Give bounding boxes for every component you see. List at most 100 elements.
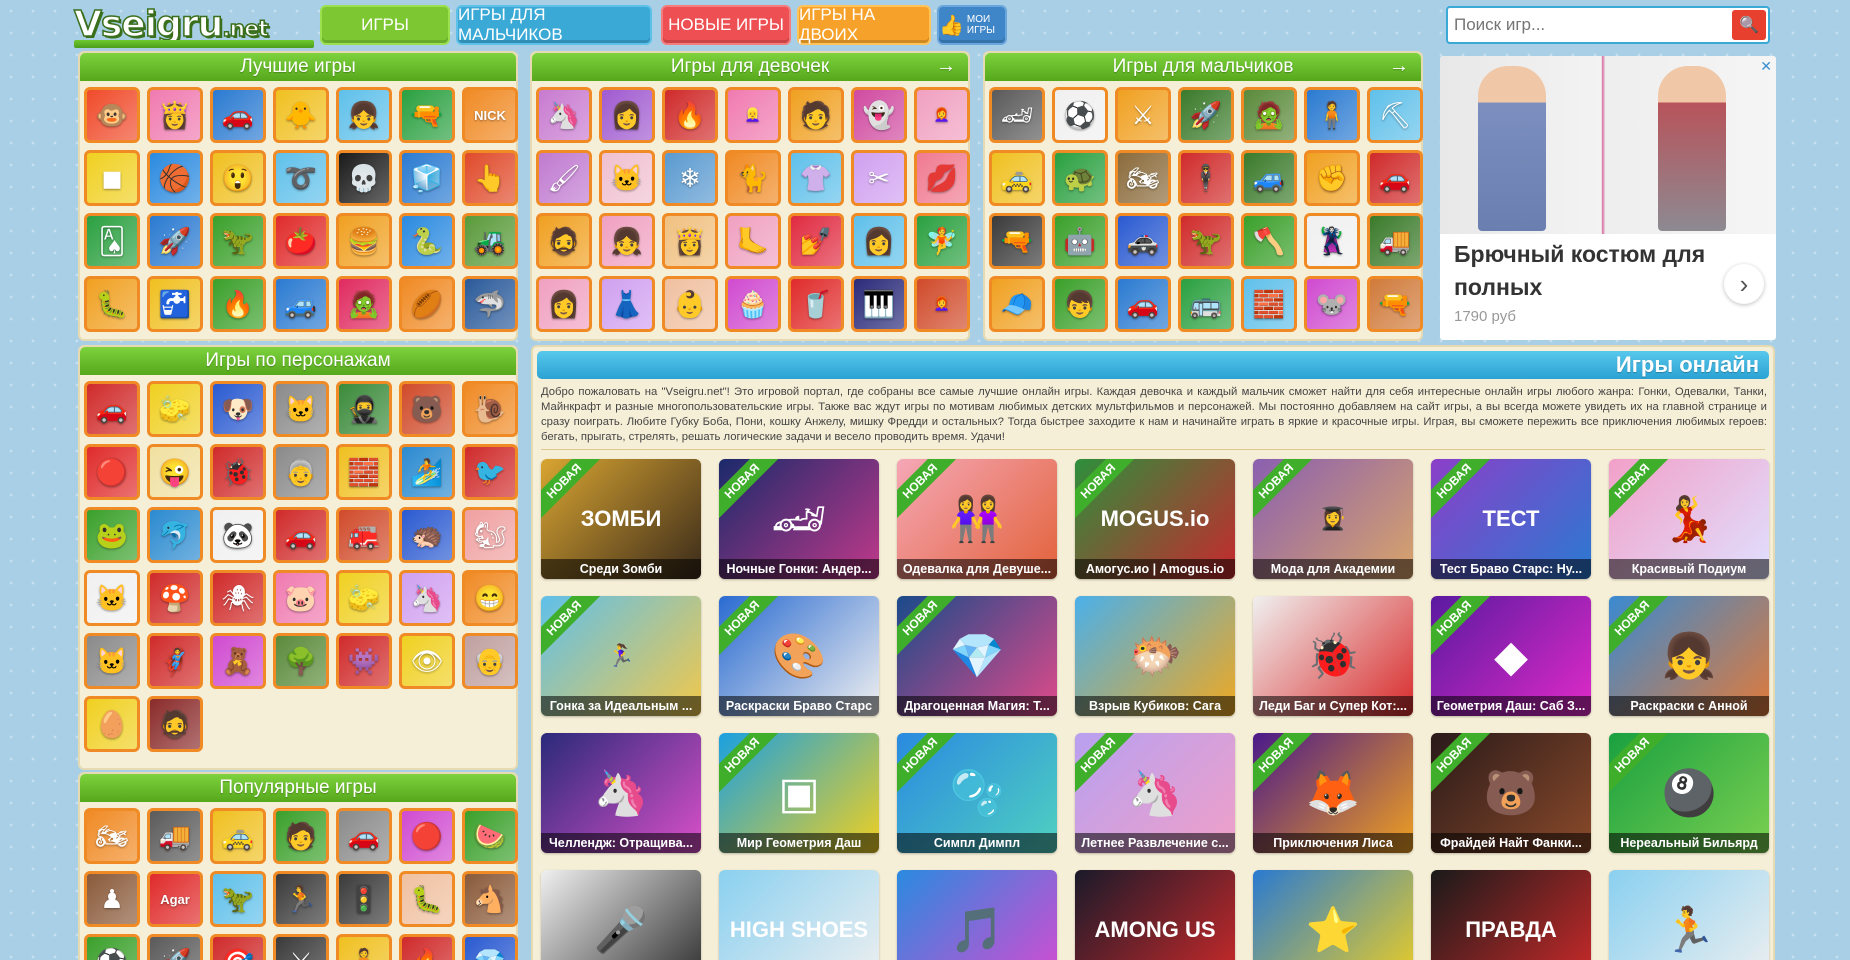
game-card[interactable]: 💃 Новая Красивый Подиум [1609, 459, 1769, 579]
game-tile[interactable]: 🐭 [1304, 276, 1360, 332]
game-tile[interactable]: 🚦 [336, 871, 392, 927]
game-tile[interactable]: 🧢 [989, 276, 1045, 332]
game-tile[interactable]: 🧟 [1241, 87, 1297, 143]
game-card[interactable]: 🎤 [541, 870, 701, 960]
game-tile[interactable]: 👾 [336, 633, 392, 689]
game-tile[interactable]: 👆 [462, 150, 518, 206]
game-card[interactable]: ТЕСТ Новая Тест Браво Старс: Ну... [1431, 459, 1591, 579]
game-tile[interactable]: 💀 [336, 150, 392, 206]
game-tile[interactable]: 🐴 [462, 871, 518, 927]
game-card[interactable]: 🦊 Новая Приключения Лиса [1253, 733, 1413, 853]
game-tile[interactable]: 😲 [210, 150, 266, 206]
game-tile[interactable]: 🧔 [536, 213, 592, 269]
game-card[interactable]: ПРАВДА [1431, 870, 1591, 960]
game-card[interactable]: 🐻 Новая Фрайдей Найт Фанки... [1431, 733, 1591, 853]
game-tile[interactable]: 🥚 [84, 696, 140, 752]
nav-games-button[interactable]: Игры [320, 5, 450, 45]
game-tile[interactable]: 👩 [599, 87, 655, 143]
game-card[interactable]: 🎱 Новая Нереальный Бильярд [1609, 733, 1769, 853]
game-tile[interactable]: 🚌 [1178, 276, 1234, 332]
game-card[interactable]: 🫧 Новая Симпл Димпл [897, 733, 1057, 853]
nav-two-player-button[interactable]: Игры на двоих [797, 5, 931, 45]
game-tile[interactable]: 🧟 [336, 276, 392, 332]
game-card[interactable]: HIGH SHOES [719, 870, 879, 960]
game-card[interactable]: 🦄 Челлендж: Отращива... [541, 733, 701, 853]
game-tile[interactable]: 🚒 [336, 507, 392, 563]
game-tile[interactable]: 👚 [788, 150, 844, 206]
game-tile[interactable]: 💋 [914, 150, 970, 206]
game-tile[interactable]: 🦸 [147, 633, 203, 689]
game-tile[interactable]: 🚜 [462, 213, 518, 269]
game-tile[interactable]: 🚀 [1178, 87, 1234, 143]
game-tile[interactable]: 🚀 [147, 934, 203, 960]
game-tile[interactable]: 🚚 [147, 808, 203, 864]
game-tile[interactable]: 🎹 [851, 276, 907, 332]
game-card[interactable]: ЗОМБИ Новая Среди Зомби [541, 459, 701, 579]
game-tile[interactable]: 🐱 [273, 381, 329, 437]
game-tile[interactable]: 🧁 [725, 276, 781, 332]
game-tile[interactable]: 🚙 [1241, 150, 1297, 206]
game-tile[interactable]: 🦹 [1304, 213, 1360, 269]
game-tile[interactable]: 🐸 [84, 507, 140, 563]
game-tile[interactable]: 🍅 [273, 213, 329, 269]
game-card[interactable]: 👩‍🎓 Новая Мода для Академии [1253, 459, 1413, 579]
game-tile[interactable]: 🧔 [147, 696, 203, 752]
game-tile[interactable]: 🕷 [210, 570, 266, 626]
game-tile[interactable]: ⚔ [1115, 87, 1171, 143]
arrow-right-icon[interactable]: → [1389, 55, 1409, 78]
game-tile[interactable]: 🧽 [147, 381, 203, 437]
nav-new-games-button[interactable]: Новые игры [661, 5, 791, 45]
game-tile[interactable]: 👁 [399, 633, 455, 689]
game-tile[interactable]: 🎯 [210, 934, 266, 960]
game-tile[interactable]: ✊ [1304, 150, 1360, 206]
game-tile[interactable]: 🐦 [462, 444, 518, 500]
game-tile[interactable]: 🔫 [989, 213, 1045, 269]
game-tile[interactable]: 🧑 [273, 808, 329, 864]
game-tile[interactable]: 🦄 [399, 570, 455, 626]
game-tile[interactable]: 💅 [788, 213, 844, 269]
game-tile[interactable]: 🚗 [336, 808, 392, 864]
game-tile[interactable]: 🐱 [599, 150, 655, 206]
search-button[interactable]: 🔍 [1732, 10, 1766, 40]
game-tile[interactable]: 🔴 [84, 444, 140, 500]
game-tile[interactable]: 🏀 [147, 150, 203, 206]
game-tile[interactable]: 🚙 [273, 276, 329, 332]
game-tile[interactable]: 🏎 [989, 87, 1045, 143]
game-tile[interactable]: 🚗 [1115, 276, 1171, 332]
game-tile[interactable]: 🍉 [462, 808, 518, 864]
game-tile[interactable]: 🥷 [336, 381, 392, 437]
game-tile[interactable]: 👱‍♀️ [725, 87, 781, 143]
game-tile[interactable]: 🐷 [273, 570, 329, 626]
game-tile[interactable]: 🐱 [84, 633, 140, 689]
game-tile[interactable]: 🚗 [84, 381, 140, 437]
game-card[interactable]: 💎 Новая Драгоценная Магия: Т... [897, 596, 1057, 716]
site-logo[interactable]: Vseigru.net [73, 3, 314, 48]
character-games-title[interactable]: Игры по персонажам [80, 347, 516, 375]
game-tile[interactable]: 🧚 [914, 213, 970, 269]
game-card[interactable]: 🎨 Новая Раскраски Браво Старс [719, 596, 879, 716]
game-tile[interactable]: ⚽ [84, 934, 140, 960]
game-tile[interactable]: 🌳 [273, 633, 329, 689]
game-tile[interactable]: ◼ [84, 150, 140, 206]
game-tile[interactable]: 🐼 [210, 507, 266, 563]
game-tile[interactable]: 🦖 [1178, 213, 1234, 269]
game-tile[interactable]: ✂ [851, 150, 907, 206]
game-tile[interactable]: 🧊 [399, 150, 455, 206]
nav-my-games-button[interactable]: 👍 Мои игры [937, 5, 1007, 45]
game-card[interactable]: 🎵 [897, 870, 1057, 960]
game-tile[interactable]: 🪓 [1241, 213, 1297, 269]
game-tile[interactable]: 🍄 [147, 570, 203, 626]
game-tile[interactable]: ⚽ [1052, 87, 1108, 143]
game-tile[interactable]: ⛏ [1367, 87, 1423, 143]
game-tile[interactable]: 👧 [599, 213, 655, 269]
game-tile[interactable]: 🖌 [536, 150, 592, 206]
game-card[interactable]: 🏃 [1609, 870, 1769, 960]
arrow-right-icon[interactable]: → [936, 55, 956, 78]
game-tile[interactable]: 🧱 [336, 444, 392, 500]
popular-games-title[interactable]: Популярные игры [80, 774, 516, 802]
game-tile[interactable]: 👗 [599, 276, 655, 332]
game-tile[interactable]: 👸 [662, 213, 718, 269]
game-tile[interactable]: 🚕 [989, 150, 1045, 206]
game-tile[interactable]: 🦖 [210, 871, 266, 927]
ad-close-icon[interactable]: ✕ [1760, 58, 1772, 75]
